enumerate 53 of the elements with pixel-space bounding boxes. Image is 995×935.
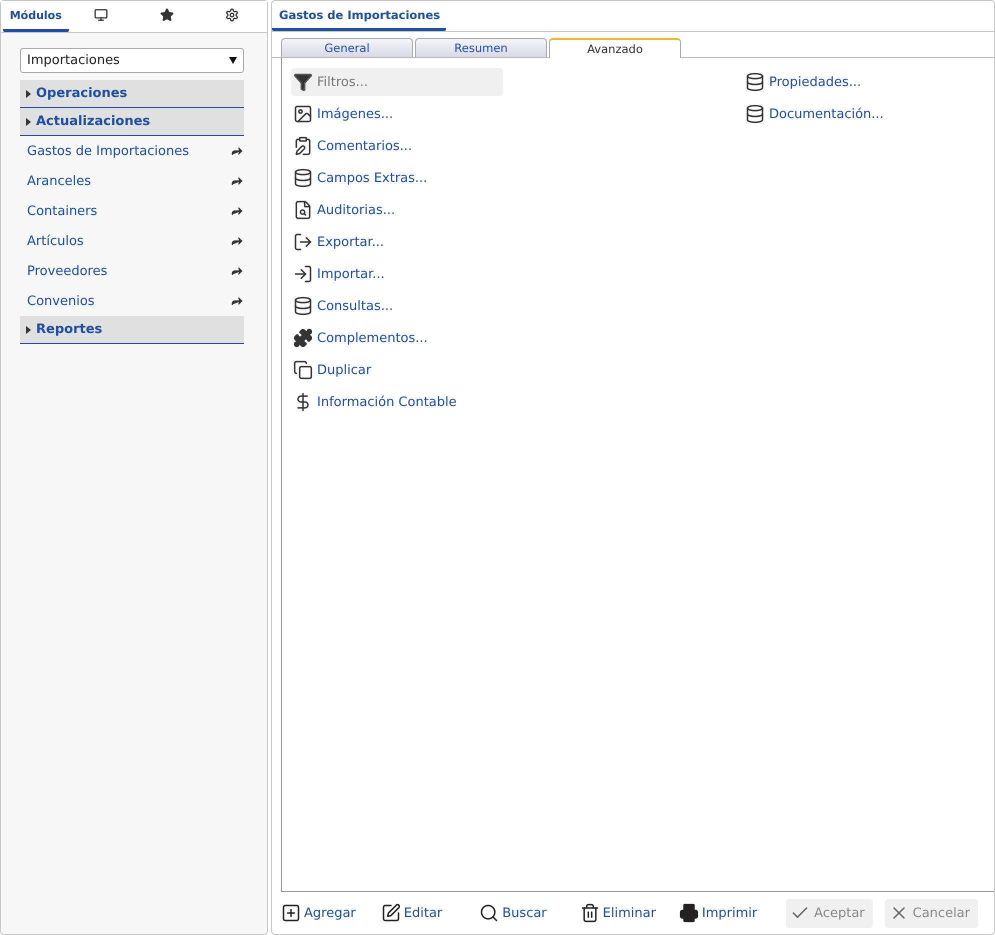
action-link[interactable]: Complementos... (291, 324, 503, 352)
database-icon (293, 296, 313, 316)
dropdown-caret-icon (229, 57, 237, 64)
star-icon (160, 8, 174, 22)
window-title[interactable]: Gastos de Importaciones (272, 8, 446, 31)
monitor-icon (94, 8, 108, 22)
puzzle-icon (293, 328, 313, 348)
trash-icon (580, 903, 600, 923)
toolbar-button[interactable]: Imprimir (678, 903, 758, 923)
file-search-icon (293, 200, 313, 220)
menu-section[interactable]: Reportes (20, 316, 244, 344)
menu-link[interactable]: Proveedores (20, 256, 244, 286)
caret-right-icon (26, 326, 31, 334)
action-link[interactable]: Comentarios... (291, 132, 503, 160)
action-link[interactable]: Consultas... (291, 292, 503, 320)
database-icon (745, 72, 765, 92)
menu-link[interactable]: Aranceles (20, 166, 244, 196)
search-icon (479, 903, 500, 923)
clipboard-pen-icon (293, 136, 313, 156)
enter-arrow-icon (293, 264, 313, 284)
toolbar-button[interactable]: Agregar (281, 903, 356, 923)
action-link[interactable]: Auditorias... (291, 196, 503, 224)
tab[interactable]: Avanzado (549, 38, 681, 58)
filter-icon (293, 72, 313, 92)
action-link[interactable]: Importar... (291, 260, 503, 288)
database-icon (745, 104, 765, 124)
action-link[interactable]: Exportar... (291, 228, 503, 256)
image-icon (293, 104, 313, 124)
gear-icon (225, 8, 240, 22)
caret-right-icon (26, 90, 31, 98)
tab[interactable]: General (281, 38, 413, 57)
toolbar-button[interactable]: Eliminar (580, 903, 656, 923)
menu-link[interactable]: Artículos (20, 226, 244, 256)
square-plus-icon (281, 903, 301, 923)
menu-link[interactable]: Convenios (20, 286, 244, 316)
caret-right-icon (26, 118, 31, 126)
action-link[interactable]: Imágenes... (291, 100, 503, 128)
square-pen-icon (380, 903, 401, 923)
menu-section[interactable]: Actualizaciones (20, 108, 244, 136)
menu-link[interactable]: Containers (20, 196, 244, 226)
action-link[interactable]: Duplicar (291, 356, 503, 384)
action-link[interactable]: Campos Extras... (291, 164, 503, 192)
toolbar-button[interactable]: Buscar (479, 903, 547, 923)
copy-icon (293, 360, 313, 380)
tab[interactable]: Resumen (415, 38, 547, 57)
action-link[interactable]: Información Contable (291, 388, 503, 416)
database-icon (293, 168, 313, 188)
menu-link[interactable]: Gastos de Importaciones (20, 136, 244, 166)
menu-section[interactable]: Operaciones (20, 80, 244, 108)
module-select[interactable]: Importaciones (20, 48, 244, 73)
toolbar-button[interactable]: Editar (380, 903, 442, 923)
action-link[interactable]: Documentación... (743, 100, 884, 128)
action-link[interactable]: Propiedades... (743, 68, 884, 96)
